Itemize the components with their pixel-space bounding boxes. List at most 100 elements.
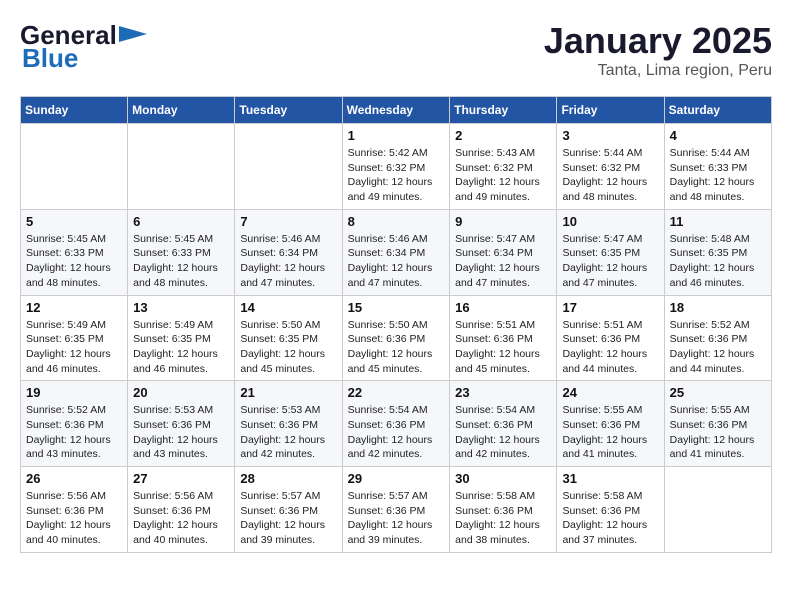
calendar-week-4: 19Sunrise: 5:52 AMSunset: 6:36 PMDayligh… (21, 381, 772, 467)
day-number: 7 (240, 214, 336, 229)
day-number: 9 (455, 214, 551, 229)
day-number: 25 (670, 385, 766, 400)
calendar-cell (235, 124, 342, 210)
day-number: 5 (26, 214, 122, 229)
calendar-cell: 1 Sunrise: 5:42 AMSunset: 6:32 PMDaylight… (342, 124, 450, 210)
calendar-cell: 3 Sunrise: 5:44 AMSunset: 6:32 PMDaylight… (557, 124, 664, 210)
calendar-cell: 19Sunrise: 5:52 AMSunset: 6:36 PMDayligh… (21, 381, 128, 467)
day-number: 6 (133, 214, 229, 229)
calendar-cell: 2 Sunrise: 5:43 AMSunset: 6:32 PMDaylight… (450, 124, 557, 210)
calendar-cell (21, 124, 128, 210)
calendar-cell: 18Sunrise: 5:52 AMSunset: 6:36 PMDayligh… (664, 295, 771, 381)
day-number: 31 (562, 471, 658, 486)
title-block: January 2025 Tanta, Lima region, Peru (544, 20, 772, 80)
day-info: Sunrise: 5:53 AMSunset: 6:36 PMDaylight:… (133, 403, 229, 462)
day-info: Sunrise: 5:51 AMSunset: 6:36 PMDaylight:… (562, 318, 658, 377)
day-header-tuesday: Tuesday (235, 97, 342, 124)
calendar-week-5: 26 Sunrise: 5:56 AMSunset: 6:36 PMDayligh… (21, 467, 772, 553)
day-info: Sunrise: 5:57 AMSunset: 6:36 PMDaylight:… (240, 489, 336, 548)
calendar-cell: 5Sunrise: 5:45 AMSunset: 6:33 PMDaylight… (21, 209, 128, 295)
day-info: Sunrise: 5:42 AMSunset: 6:32 PMDaylight:… (348, 146, 445, 205)
calendar-cell: 23 Sunrise: 5:54 AMSunset: 6:36 PMDayligh… (450, 381, 557, 467)
day-header-sunday: Sunday (21, 97, 128, 124)
calendar-cell: 20 Sunrise: 5:53 AMSunset: 6:36 PMDayligh… (128, 381, 235, 467)
day-number: 17 (562, 300, 658, 315)
day-info: Sunrise: 5:55 AMSunset: 6:36 PMDaylight:… (670, 403, 766, 462)
day-info: Sunrise: 5:46 AMSunset: 6:34 PMDaylight:… (348, 232, 445, 291)
day-number: 14 (240, 300, 336, 315)
calendar-header-row: SundayMondayTuesdayWednesdayThursdayFrid… (21, 97, 772, 124)
day-info: Sunrise: 5:49 AMSunset: 6:35 PMDaylight:… (133, 318, 229, 377)
logo-blue: Blue (22, 43, 78, 74)
day-number: 4 (670, 128, 766, 143)
day-number: 22 (348, 385, 445, 400)
calendar-cell: 6 Sunrise: 5:45 AMSunset: 6:33 PMDaylight… (128, 209, 235, 295)
day-info: Sunrise: 5:49 AMSunset: 6:35 PMDaylight:… (26, 318, 122, 377)
day-number: 12 (26, 300, 122, 315)
page-header: General Blue January 2025 Tanta, Lima re… (20, 20, 772, 80)
day-info: Sunrise: 5:44 AMSunset: 6:33 PMDaylight:… (670, 146, 766, 205)
calendar-cell: 4 Sunrise: 5:44 AMSunset: 6:33 PMDaylight… (664, 124, 771, 210)
calendar-week-3: 12 Sunrise: 5:49 AMSunset: 6:35 PMDayligh… (21, 295, 772, 381)
day-number: 13 (133, 300, 229, 315)
logo: General Blue (20, 20, 147, 74)
day-header-monday: Monday (128, 97, 235, 124)
calendar-week-2: 5 Sunrise: 5:45 AMSunset: 6:33 PMDaylight… (21, 209, 772, 295)
calendar-cell (128, 124, 235, 210)
calendar-week-1: 1 Sunrise: 5:42 AMSunset: 6:32 PMDaylight… (21, 124, 772, 210)
day-number: 29 (348, 471, 445, 486)
day-number: 2 (455, 128, 551, 143)
calendar-cell: 25 Sunrise: 5:55 AMSunset: 6:36 PMDayligh… (664, 381, 771, 467)
calendar-cell: 8 Sunrise: 5:46 AMSunset: 6:34 PMDaylight… (342, 209, 450, 295)
day-number: 20 (133, 385, 229, 400)
logo-arrow-icon (119, 22, 147, 46)
day-number: 27 (133, 471, 229, 486)
location: Tanta, Lima region, Peru (544, 62, 772, 80)
calendar-cell: 10 Sunrise: 5:47 AMSunset: 6:35 PMDayligh… (557, 209, 664, 295)
day-number: 21 (240, 385, 336, 400)
day-number: 1 (348, 128, 445, 143)
day-info: Sunrise: 5:58 AMSunset: 6:36 PMDaylight:… (455, 489, 551, 548)
calendar-cell: 28 Sunrise: 5:57 AMSunset: 6:36 PMDayligh… (235, 467, 342, 553)
day-info: Sunrise: 5:57 AMSunset: 6:36 PMDaylight:… (348, 489, 445, 548)
day-info: Sunrise: 5:54 AMSunset: 6:36 PMDaylight:… (455, 403, 551, 462)
calendar-cell: 17 Sunrise: 5:51 AMSunset: 6:36 PMDayligh… (557, 295, 664, 381)
calendar-cell: 15 Sunrise: 5:50 AMSunset: 6:36 PMDayligh… (342, 295, 450, 381)
calendar-cell: 31 Sunrise: 5:58 AMSunset: 6:36 PMDayligh… (557, 467, 664, 553)
day-info: Sunrise: 5:50 AMSunset: 6:36 PMDaylight:… (348, 318, 445, 377)
calendar-cell: 26 Sunrise: 5:56 AMSunset: 6:36 PMDayligh… (21, 467, 128, 553)
day-info: Sunrise: 5:43 AMSunset: 6:32 PMDaylight:… (455, 146, 551, 205)
day-info: Sunrise: 5:50 AMSunset: 6:35 PMDaylight:… (240, 318, 336, 377)
calendar-cell: 30Sunrise: 5:58 AMSunset: 6:36 PMDayligh… (450, 467, 557, 553)
day-info: Sunrise: 5:58 AMSunset: 6:36 PMDaylight:… (562, 489, 658, 548)
calendar-cell: 27Sunrise: 5:56 AMSunset: 6:36 PMDayligh… (128, 467, 235, 553)
day-info: Sunrise: 5:46 AMSunset: 6:34 PMDaylight:… (240, 232, 336, 291)
day-info: Sunrise: 5:45 AMSunset: 6:33 PMDaylight:… (133, 232, 229, 291)
day-info: Sunrise: 5:56 AMSunset: 6:36 PMDaylight:… (26, 489, 122, 548)
day-number: 23 (455, 385, 551, 400)
day-info: Sunrise: 5:52 AMSunset: 6:36 PMDaylight:… (670, 318, 766, 377)
calendar-cell: 12 Sunrise: 5:49 AMSunset: 6:35 PMDayligh… (21, 295, 128, 381)
day-info: Sunrise: 5:53 AMSunset: 6:36 PMDaylight:… (240, 403, 336, 462)
day-info: Sunrise: 5:48 AMSunset: 6:35 PMDaylight:… (670, 232, 766, 291)
day-number: 3 (562, 128, 658, 143)
day-info: Sunrise: 5:44 AMSunset: 6:32 PMDaylight:… (562, 146, 658, 205)
calendar-cell: 16 Sunrise: 5:51 AMSunset: 6:36 PMDayligh… (450, 295, 557, 381)
calendar-cell: 29 Sunrise: 5:57 AMSunset: 6:36 PMDayligh… (342, 467, 450, 553)
day-number: 8 (348, 214, 445, 229)
day-info: Sunrise: 5:52 AMSunset: 6:36 PMDaylight:… (26, 403, 122, 462)
calendar-cell: 21 Sunrise: 5:53 AMSunset: 6:36 PMDayligh… (235, 381, 342, 467)
day-number: 16 (455, 300, 551, 315)
day-number: 28 (240, 471, 336, 486)
day-info: Sunrise: 5:54 AMSunset: 6:36 PMDaylight:… (348, 403, 445, 462)
calendar-cell: 11Sunrise: 5:48 AMSunset: 6:35 PMDayligh… (664, 209, 771, 295)
day-info: Sunrise: 5:47 AMSunset: 6:35 PMDaylight:… (562, 232, 658, 291)
calendar-cell: 22 Sunrise: 5:54 AMSunset: 6:36 PMDayligh… (342, 381, 450, 467)
day-number: 26 (26, 471, 122, 486)
day-number: 10 (562, 214, 658, 229)
day-header-wednesday: Wednesday (342, 97, 450, 124)
day-header-friday: Friday (557, 97, 664, 124)
day-info: Sunrise: 5:51 AMSunset: 6:36 PMDaylight:… (455, 318, 551, 377)
calendar-cell: 24Sunrise: 5:55 AMSunset: 6:36 PMDayligh… (557, 381, 664, 467)
day-number: 15 (348, 300, 445, 315)
